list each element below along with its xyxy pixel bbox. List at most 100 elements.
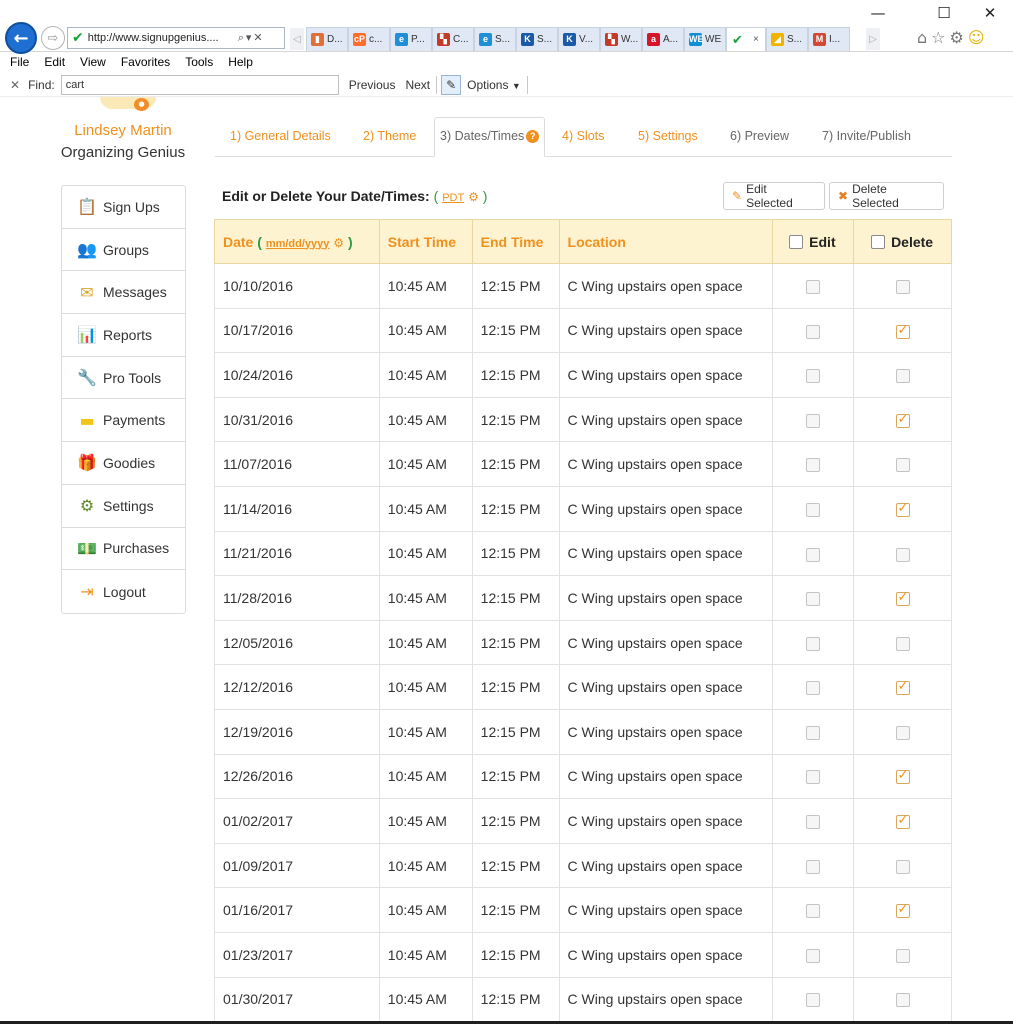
edit-checkbox[interactable] xyxy=(806,592,821,607)
menu-file[interactable]: File xyxy=(10,53,29,71)
find-next-button[interactable]: Next xyxy=(405,78,430,92)
edit-selected-button[interactable]: ✎ Edit Selected xyxy=(723,182,825,210)
find-options-button[interactable]: Options ▼ xyxy=(467,78,521,92)
delete-checkbox[interactable] xyxy=(895,369,910,384)
step-general-details[interactable]: 1) General Details xyxy=(230,129,331,143)
maximize-button[interactable]: ☐ xyxy=(934,4,954,22)
camera-icon[interactable]: ● xyxy=(134,98,149,111)
step-invite-publish[interactable]: 7) Invite/Publish xyxy=(822,129,911,143)
step-preview[interactable]: 6) Preview xyxy=(730,129,789,143)
highlight-pencil-icon[interactable]: ✎ xyxy=(441,74,462,95)
edit-checkbox[interactable] xyxy=(806,547,821,562)
delete-checkbox[interactable] xyxy=(895,993,910,1008)
menu-favorites[interactable]: Favorites xyxy=(121,53,170,71)
browser-tab[interactable]: K V... xyxy=(558,27,600,51)
delete-checkbox[interactable] xyxy=(895,412,910,428)
question-icon[interactable]: ? xyxy=(526,130,540,143)
edit-checkbox[interactable] xyxy=(806,725,821,740)
browser-tab[interactable]: ▚ C... xyxy=(432,27,474,51)
edit-checkbox[interactable] xyxy=(806,279,821,294)
find-input[interactable]: cart xyxy=(60,74,339,95)
delete-checkbox[interactable] xyxy=(895,279,910,294)
sidebar-item-goodies[interactable]: 🎁 Goodies xyxy=(62,442,185,485)
step-settings[interactable]: 5) Settings xyxy=(638,129,698,143)
edit-checkbox[interactable] xyxy=(806,815,821,830)
gear-icon[interactable]: ⚙ xyxy=(950,28,964,47)
browser-tab[interactable]: ◢ S... xyxy=(766,27,808,51)
menu-help[interactable]: Help xyxy=(228,53,253,71)
sidebar-item-settings[interactable]: ⚙ Settings xyxy=(62,485,185,528)
browser-tab[interactable]: e S... xyxy=(474,27,516,51)
sidebar-item-groups[interactable]: 👥 Groups xyxy=(62,229,185,272)
browser-tab[interactable]: ▮ D... xyxy=(306,27,348,51)
browser-tab[interactable]: WE WE xyxy=(684,27,726,51)
tab-scroll-left-icon[interactable]: ◁ xyxy=(290,28,304,50)
delete-checkbox[interactable] xyxy=(895,859,910,874)
sidebar-item-sign-ups[interactable]: 📋 Sign Ups xyxy=(62,186,185,229)
delete-checkbox[interactable] xyxy=(895,679,910,696)
edit-checkbox[interactable] xyxy=(806,369,821,384)
delete-checkbox[interactable] xyxy=(895,590,910,607)
delete-checkbox[interactable] xyxy=(895,813,910,830)
browser-tab[interactable]: e P... xyxy=(390,27,432,51)
date-format-gear-icon[interactable]: ⚙ xyxy=(333,236,344,250)
close-find-icon[interactable]: ✕ xyxy=(10,78,20,92)
menu-view[interactable]: View xyxy=(80,53,106,71)
browser-tab[interactable]: ▚ W... xyxy=(600,27,642,51)
timezone-link[interactable]: PDT xyxy=(442,192,464,204)
sidebar-item-pro-tools[interactable]: 🔧 Pro Tools xyxy=(62,357,185,400)
delete-checkbox[interactable] xyxy=(895,501,910,517)
step-dates-times[interactable]: 3) Dates/Times? xyxy=(434,117,546,157)
edit-checkbox[interactable] xyxy=(806,458,821,473)
browser-tab[interactable]: M I... xyxy=(808,27,850,51)
select-all-edit-checkbox[interactable] xyxy=(789,234,804,249)
edit-checkbox[interactable] xyxy=(806,993,821,1008)
delete-selected-button[interactable]: ✖ Delete Selected xyxy=(829,182,944,210)
browser-tab[interactable]: cP c... xyxy=(348,27,390,51)
step-slots[interactable]: 4) Slots xyxy=(562,129,604,143)
find-previous-button[interactable]: Previous xyxy=(349,78,396,92)
delete-checkbox[interactable] xyxy=(895,323,910,339)
date-format-link[interactable]: mm/dd/yyyy xyxy=(266,238,330,250)
favorites-star-icon[interactable]: ☆ xyxy=(931,28,945,47)
minimize-button[interactable]: — xyxy=(868,4,888,22)
address-tools-icon[interactable]: ⌕▾✕ xyxy=(238,31,265,45)
edit-checkbox[interactable] xyxy=(806,904,821,919)
close-window-button[interactable]: ✕ xyxy=(980,4,1000,22)
sidebar-item-reports[interactable]: 📊 Reports xyxy=(62,314,185,357)
sidebar-item-logout[interactable]: ⇥ Logout xyxy=(62,570,185,613)
close-tab-icon[interactable]: × xyxy=(753,34,759,45)
delete-checkbox[interactable] xyxy=(895,547,910,562)
tab-scroll-right-icon[interactable]: ▷ xyxy=(866,28,880,50)
edit-checkbox[interactable] xyxy=(806,948,821,963)
home-icon[interactable]: ⌂ xyxy=(917,28,927,47)
forward-button[interactable]: ⇨ xyxy=(41,26,65,50)
sidebar-item-purchases[interactable]: 💵 Purchases xyxy=(62,528,185,571)
delete-checkbox[interactable] xyxy=(895,768,910,785)
browser-tab[interactable]: a A... xyxy=(642,27,684,51)
delete-checkbox[interactable] xyxy=(895,725,910,740)
delete-checkbox[interactable] xyxy=(895,902,910,919)
edit-checkbox[interactable] xyxy=(806,770,821,785)
address-bar[interactable]: ✔ http://www.signupgenius.... ⌕▾✕ xyxy=(67,27,285,49)
edit-checkbox[interactable] xyxy=(806,681,821,696)
edit-checkbox[interactable] xyxy=(806,324,821,339)
menu-tools[interactable]: Tools xyxy=(185,53,213,71)
sidebar-item-messages[interactable]: ✉ Messages xyxy=(62,271,185,315)
delete-checkbox[interactable] xyxy=(895,636,910,651)
step-theme[interactable]: 2) Theme xyxy=(363,129,416,143)
sidebar-item-payments[interactable]: ▬ Payments xyxy=(62,399,185,443)
timezone-gear-icon[interactable]: ⚙ xyxy=(468,190,479,204)
edit-checkbox[interactable] xyxy=(806,502,821,517)
edit-checkbox[interactable] xyxy=(806,859,821,874)
user-name[interactable]: Lindsey Martin xyxy=(60,122,186,139)
edit-checkbox[interactable] xyxy=(806,636,821,651)
smiley-feedback-icon[interactable]: ☺ xyxy=(968,28,985,47)
back-button[interactable]: ← xyxy=(5,22,37,54)
delete-checkbox[interactable] xyxy=(895,948,910,963)
browser-tab[interactable]: K S... xyxy=(516,27,558,51)
edit-checkbox[interactable] xyxy=(806,413,821,428)
browser-tab[interactable]: ✔ × xyxy=(726,27,766,51)
delete-checkbox[interactable] xyxy=(895,458,910,473)
select-all-delete-checkbox[interactable] xyxy=(871,234,886,249)
